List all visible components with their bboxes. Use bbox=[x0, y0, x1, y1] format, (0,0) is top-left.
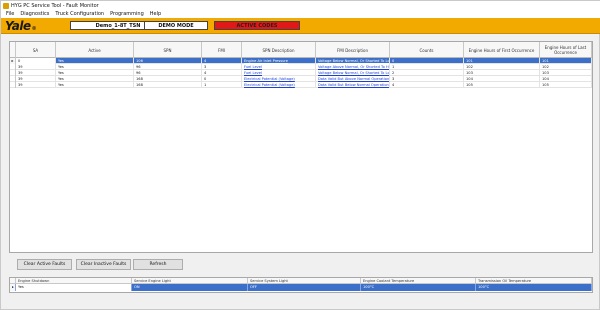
menu-programming[interactable]: Programming bbox=[110, 11, 144, 17]
status-engine-shutdown[interactable]: Yes bbox=[16, 284, 132, 291]
status-service-engine-light[interactable]: ON bbox=[132, 284, 248, 291]
cell-fmi[interactable]: 1 bbox=[202, 82, 242, 88]
cell-active[interactable]: Yes bbox=[56, 82, 134, 88]
logo-suffix: ® bbox=[31, 26, 37, 32]
fault-table-header: SA Active SPN FMI SPN Description FMI De… bbox=[10, 42, 592, 58]
col-sa[interactable]: SA bbox=[16, 42, 56, 58]
yale-logo: Yale® bbox=[5, 19, 37, 33]
col-first-occurrence[interactable]: Engine Hours of First Occurrence bbox=[464, 42, 540, 58]
engine-status-table: Engine Shutdown Service Engine Light Ser… bbox=[9, 277, 593, 293]
mode-indicator: DEMO MODE bbox=[144, 21, 208, 30]
brand-bar: Yale® Demo_1-8T_TSN DEMO MODE ACTIVE COD… bbox=[1, 18, 600, 34]
cell-last-occurrence[interactable]: 105 bbox=[540, 82, 592, 88]
col-counts[interactable]: Counts bbox=[390, 42, 464, 58]
menu-file[interactable]: File bbox=[6, 11, 14, 17]
cell-spn[interactable]: 168 bbox=[134, 82, 202, 88]
app-icon bbox=[3, 2, 9, 9]
refresh-button[interactable]: Refresh bbox=[133, 259, 183, 270]
table-row[interactable]: 39 Yes 168 1 Electrical Potential (Volta… bbox=[10, 82, 592, 88]
col-spn[interactable]: SPN bbox=[134, 42, 202, 58]
col-fmi-description[interactable]: FMI Description bbox=[316, 42, 390, 58]
fault-table-body: ▸ 0 Yes 106 4 Engine Air Inlet Pressure … bbox=[10, 58, 592, 88]
cell-spn-description-link[interactable]: Electrical Potential (Voltage) bbox=[242, 82, 316, 88]
title-bar: HYG PC Service Tool - Fault Monitor bbox=[1, 1, 600, 10]
window-title: HYG PC Service Tool - Fault Monitor bbox=[11, 2, 99, 9]
status-transmission-oil-temperature[interactable]: 100°C bbox=[476, 284, 592, 291]
menu-help[interactable]: Help bbox=[150, 11, 161, 17]
engine-status-row[interactable]: ▸ Yes ON OFF 100°C 100°C bbox=[10, 284, 592, 291]
col-fmi[interactable]: FMI bbox=[202, 42, 242, 58]
status-service-system-light[interactable]: OFF bbox=[248, 284, 361, 291]
clear-inactive-faults-button[interactable]: Clear Inactive Faults bbox=[76, 259, 131, 270]
col-active[interactable]: Active bbox=[56, 42, 134, 58]
cell-sa[interactable]: 39 bbox=[16, 82, 56, 88]
menu-bar: File Diagnostics Truck Configuration Pro… bbox=[1, 10, 600, 18]
menu-diagnostics[interactable]: Diagnostics bbox=[20, 11, 49, 17]
active-codes-indicator: ACTIVE CODES bbox=[214, 21, 300, 30]
col-spn-description[interactable]: SPN Description bbox=[242, 42, 316, 58]
menu-truck-configuration[interactable]: Truck Configuration bbox=[55, 11, 104, 17]
col-last-occurrence[interactable]: Engine Hours of Last Occurrence bbox=[540, 42, 592, 58]
clear-active-faults-button[interactable]: Clear Active Faults bbox=[17, 259, 72, 270]
cell-first-occurrence[interactable]: 105 bbox=[464, 82, 540, 88]
logo-text: Yale bbox=[5, 19, 31, 33]
cell-fmi-description-link[interactable]: Data Valid But Below Normal Operational.… bbox=[316, 82, 390, 88]
main-window: HYG PC Service Tool - Fault Monitor File… bbox=[0, 0, 600, 310]
fault-table: SA Active SPN FMI SPN Description FMI De… bbox=[9, 41, 593, 253]
cell-counts[interactable]: 4 bbox=[390, 82, 464, 88]
status-engine-coolant-temperature[interactable]: 100°C bbox=[361, 284, 476, 291]
